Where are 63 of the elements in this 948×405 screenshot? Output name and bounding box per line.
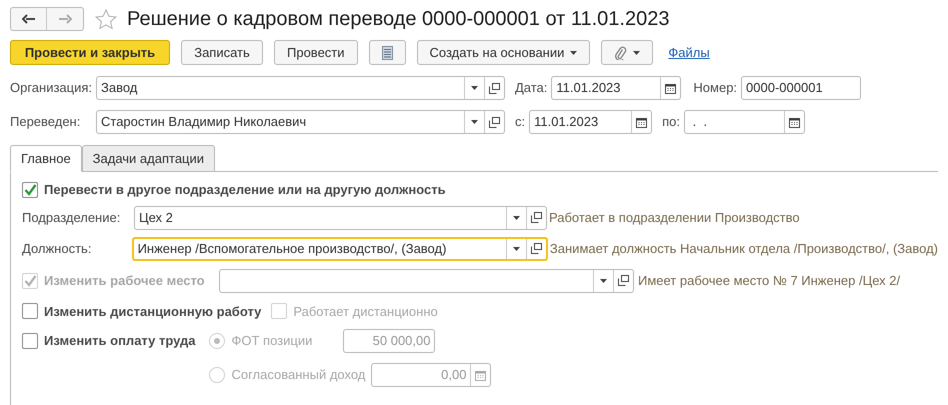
field-label: Подразделение: <box>22 208 122 227</box>
toolbar-button[interactable]: Провести <box>274 40 358 65</box>
caret-icon <box>513 216 520 220</box>
files-link[interactable]: Файлы <box>668 42 710 62</box>
arrow-left-icon <box>22 14 35 24</box>
field-label: Переведен: <box>10 113 82 132</box>
employee-field[interactable]: Старостин Владимир Николаевич <box>96 110 505 134</box>
field-label: с: <box>515 113 526 132</box>
checkbox[interactable] <box>22 303 38 320</box>
workplace-field[interactable] <box>219 268 634 292</box>
list-icon <box>382 46 393 60</box>
list-button[interactable] <box>368 40 406 65</box>
hint-text: Занимает должность Начальник отдела /Производство/, (Завод) <box>550 240 938 258</box>
field-label: Номер: <box>693 79 738 98</box>
calendar-icon <box>636 116 648 128</box>
calendar-icon <box>665 82 676 94</box>
field-label: Организация: <box>10 79 92 98</box>
organization-field[interactable]: Завод <box>96 76 505 100</box>
star-icon[interactable] <box>95 8 117 30</box>
post-and-close-button[interactable]: Провести и закрыть <box>10 40 170 65</box>
checkbox-label: Изменить оплату труда <box>44 332 196 350</box>
open-icon <box>618 275 629 286</box>
paperclip-icon <box>614 46 628 60</box>
hint-text: Имеет рабочее место № 7 Инженер /Цех 2/ <box>638 272 900 290</box>
checkbox-label: Перевести в другое подразделение или на другую должность <box>44 181 446 199</box>
open-icon <box>530 243 542 254</box>
caret-icon <box>633 50 640 54</box>
checkbox-label: Работает дистанционно <box>293 302 438 321</box>
open-icon <box>489 82 500 94</box>
date-to-field[interactable]: . . <box>684 110 806 134</box>
checkbox[interactable] <box>22 332 38 349</box>
date-from-field[interactable]: 11.01.2023 <box>529 110 652 134</box>
radio-label: Согласованный доход <box>231 366 366 384</box>
caret-icon <box>512 246 520 250</box>
hint-text: Работает в подразделении Производство <box>549 208 800 227</box>
radio-label: ФОТ позиции <box>231 332 314 350</box>
field-label: Дата: <box>515 79 548 98</box>
caret-icon <box>600 278 607 282</box>
checkbox-label: Изменить рабочее место <box>44 272 205 290</box>
caret-icon <box>570 50 578 54</box>
create-based-on-button[interactable]: Создать на основании <box>416 40 590 65</box>
date-field[interactable]: 11.01.2023 <box>551 76 682 100</box>
attachment-button[interactable] <box>601 40 654 65</box>
open-icon <box>489 116 500 128</box>
tab[interactable]: Задачи адаптации <box>82 145 216 172</box>
field-label: по: <box>662 113 680 132</box>
calendar-icon <box>475 370 486 380</box>
open-icon <box>531 212 542 223</box>
toolbar-button[interactable]: Записать <box>181 40 263 65</box>
document-title: Решение о кадровом переводе 0000-000001 от 11.01.2023 <box>127 7 670 32</box>
position-field[interactable]: Инженер /Вспомогательное производство/, (Завод) <box>132 236 548 260</box>
field-label: Должность: <box>22 240 92 258</box>
tab[interactable]: Главное <box>10 145 82 172</box>
caret-icon <box>471 120 478 124</box>
check-icon <box>24 184 36 196</box>
arrow-right-icon <box>58 14 72 24</box>
check-icon <box>24 274 36 286</box>
calendar-icon <box>789 116 800 128</box>
department-field[interactable]: Цех 2 <box>134 206 547 230</box>
caret-icon <box>471 86 478 90</box>
number-field[interactable]: 0000-000001 <box>741 76 862 100</box>
checkbox[interactable] <box>22 182 38 198</box>
checkbox-label: Изменить дистанционную работу <box>44 302 262 321</box>
